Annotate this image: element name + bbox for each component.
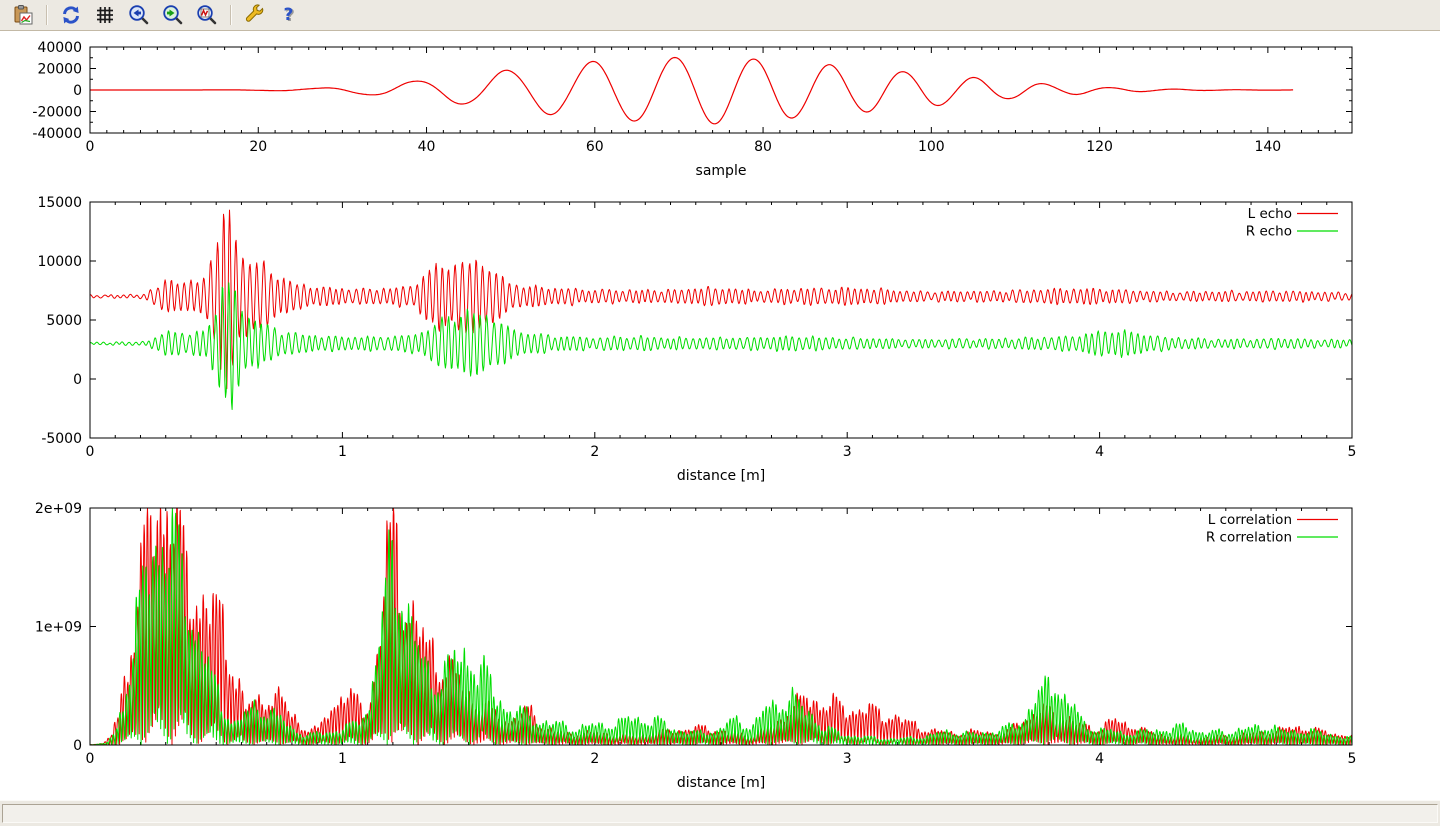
x-tick-label: 0: [86, 139, 95, 155]
x-tick-label: 3: [843, 444, 852, 460]
major-ticks: [90, 202, 1352, 438]
y-tick-label: 0: [73, 738, 82, 754]
legend-label: R correlation: [1206, 530, 1292, 546]
y-tick-label: 0: [73, 83, 82, 99]
y-tick-label: 15000: [37, 195, 82, 211]
legend-label: R echo: [1246, 224, 1292, 240]
x-tick-label: 40: [418, 139, 436, 155]
zoom-next-button[interactable]: [158, 1, 188, 29]
x-tick-label: 4: [1095, 751, 1104, 767]
toggle-grid-button[interactable]: [90, 1, 120, 29]
plot-echo[interactable]: 012345-5000050001000015000distance [m]L …: [37, 195, 1356, 484]
x-tick-label: 20: [249, 139, 267, 155]
zoom-previous-icon: [128, 4, 150, 26]
x-tick-label: 1: [338, 444, 347, 460]
toggle-grid-icon: [94, 4, 116, 26]
tick-labels: 012345-5000050001000015000: [37, 195, 1356, 460]
x-tick-label: 120: [1086, 139, 1113, 155]
x-tick-label: 60: [586, 139, 604, 155]
x-tick-label: 80: [754, 139, 772, 155]
gnuplot-window: ? ? 020406080100120140-40000-20000020000…: [0, 0, 1440, 825]
copy-plot-to-clipboard-icon: [12, 4, 34, 26]
plot-sample-waveform[interactable]: 0 20 40 60 80 100 120 140 -40000 -20000 0 20000 4000…: [32, 40, 1352, 179]
svg-text:?: ?: [284, 5, 294, 25]
toolbar-separator: [230, 5, 232, 25]
x-tick-label: 4: [1095, 444, 1104, 460]
x-axis-label: distance [m]: [677, 468, 765, 484]
series-l-correlation: [90, 508, 1352, 745]
y-tick-label: 0: [73, 372, 82, 388]
minor-ticks: [115, 202, 1327, 438]
x-tick-label: 0: [86, 751, 95, 767]
legend: L echo R echo: [1246, 206, 1338, 240]
zoom-next-icon: [162, 4, 184, 26]
x-tick-label: 140: [1254, 139, 1281, 155]
toolbar: ? ?: [0, 0, 1440, 31]
help-icon: ? ?: [278, 4, 300, 26]
config-wrench-icon: [244, 4, 266, 26]
y-tick-label: 20000: [37, 62, 82, 78]
series-l-echo: [90, 210, 1352, 389]
plot-canvas-area: 020406080100120140-40000-200000200004000…: [0, 31, 1440, 800]
x-tick-label: 5: [1348, 444, 1357, 460]
x-tick-label: 2: [590, 444, 599, 460]
legend-label: L echo: [1248, 206, 1292, 222]
y-tick-label: 10000: [37, 254, 82, 270]
plots-svg: 020406080100120140-40000-200000200004000…: [0, 31, 1440, 800]
x-axis-label: distance [m]: [677, 775, 765, 791]
legend: L correlation R correlation: [1206, 512, 1338, 546]
x-tick-label: 2: [590, 751, 599, 767]
y-tick-label: 1e+09: [35, 620, 82, 636]
plot-frame: [90, 202, 1352, 438]
statusbar-text: [2, 804, 1438, 823]
x-tick-label: 3: [843, 751, 852, 767]
copy-plot-to-clipboard-button[interactable]: [8, 1, 38, 29]
help-button[interactable]: ? ?: [274, 1, 304, 29]
minor-ticks: [115, 508, 1327, 745]
statusbar: [0, 800, 1440, 826]
zoom-autoscale-icon: [196, 4, 218, 26]
zoom-autoscale-button[interactable]: [192, 1, 222, 29]
y-tick-label: -40000: [32, 126, 82, 142]
config-button[interactable]: [240, 1, 270, 29]
x-tick-label: 100: [918, 139, 945, 155]
y-tick-label: -5000: [41, 431, 82, 447]
y-tick-label: 2e+09: [35, 501, 82, 517]
y-tick-label: -20000: [32, 105, 82, 121]
x-axis-label: sample: [696, 163, 747, 179]
plot-correlation[interactable]: 0 1 2 3 4 5 0 1e+09 2e+09 distance [m] L correlati…: [35, 501, 1357, 791]
x-tick-label: 5: [1348, 751, 1357, 767]
x-tick-label: 1: [338, 751, 347, 767]
x-tick-label: 0: [86, 444, 95, 460]
refresh-plot-icon: [60, 4, 82, 26]
refresh-plot-button[interactable]: [56, 1, 86, 29]
toolbar-separator: [46, 5, 48, 25]
y-tick-label: 5000: [46, 313, 82, 329]
y-tick-label: 40000: [37, 40, 82, 56]
series-chirp: [90, 58, 1293, 124]
tick-labels: 0 20 40 60 80 100 120 140 -40000 -20000 0 20000 4000…: [32, 40, 1281, 155]
zoom-previous-button[interactable]: [124, 1, 154, 29]
legend-label: L correlation: [1208, 512, 1292, 528]
